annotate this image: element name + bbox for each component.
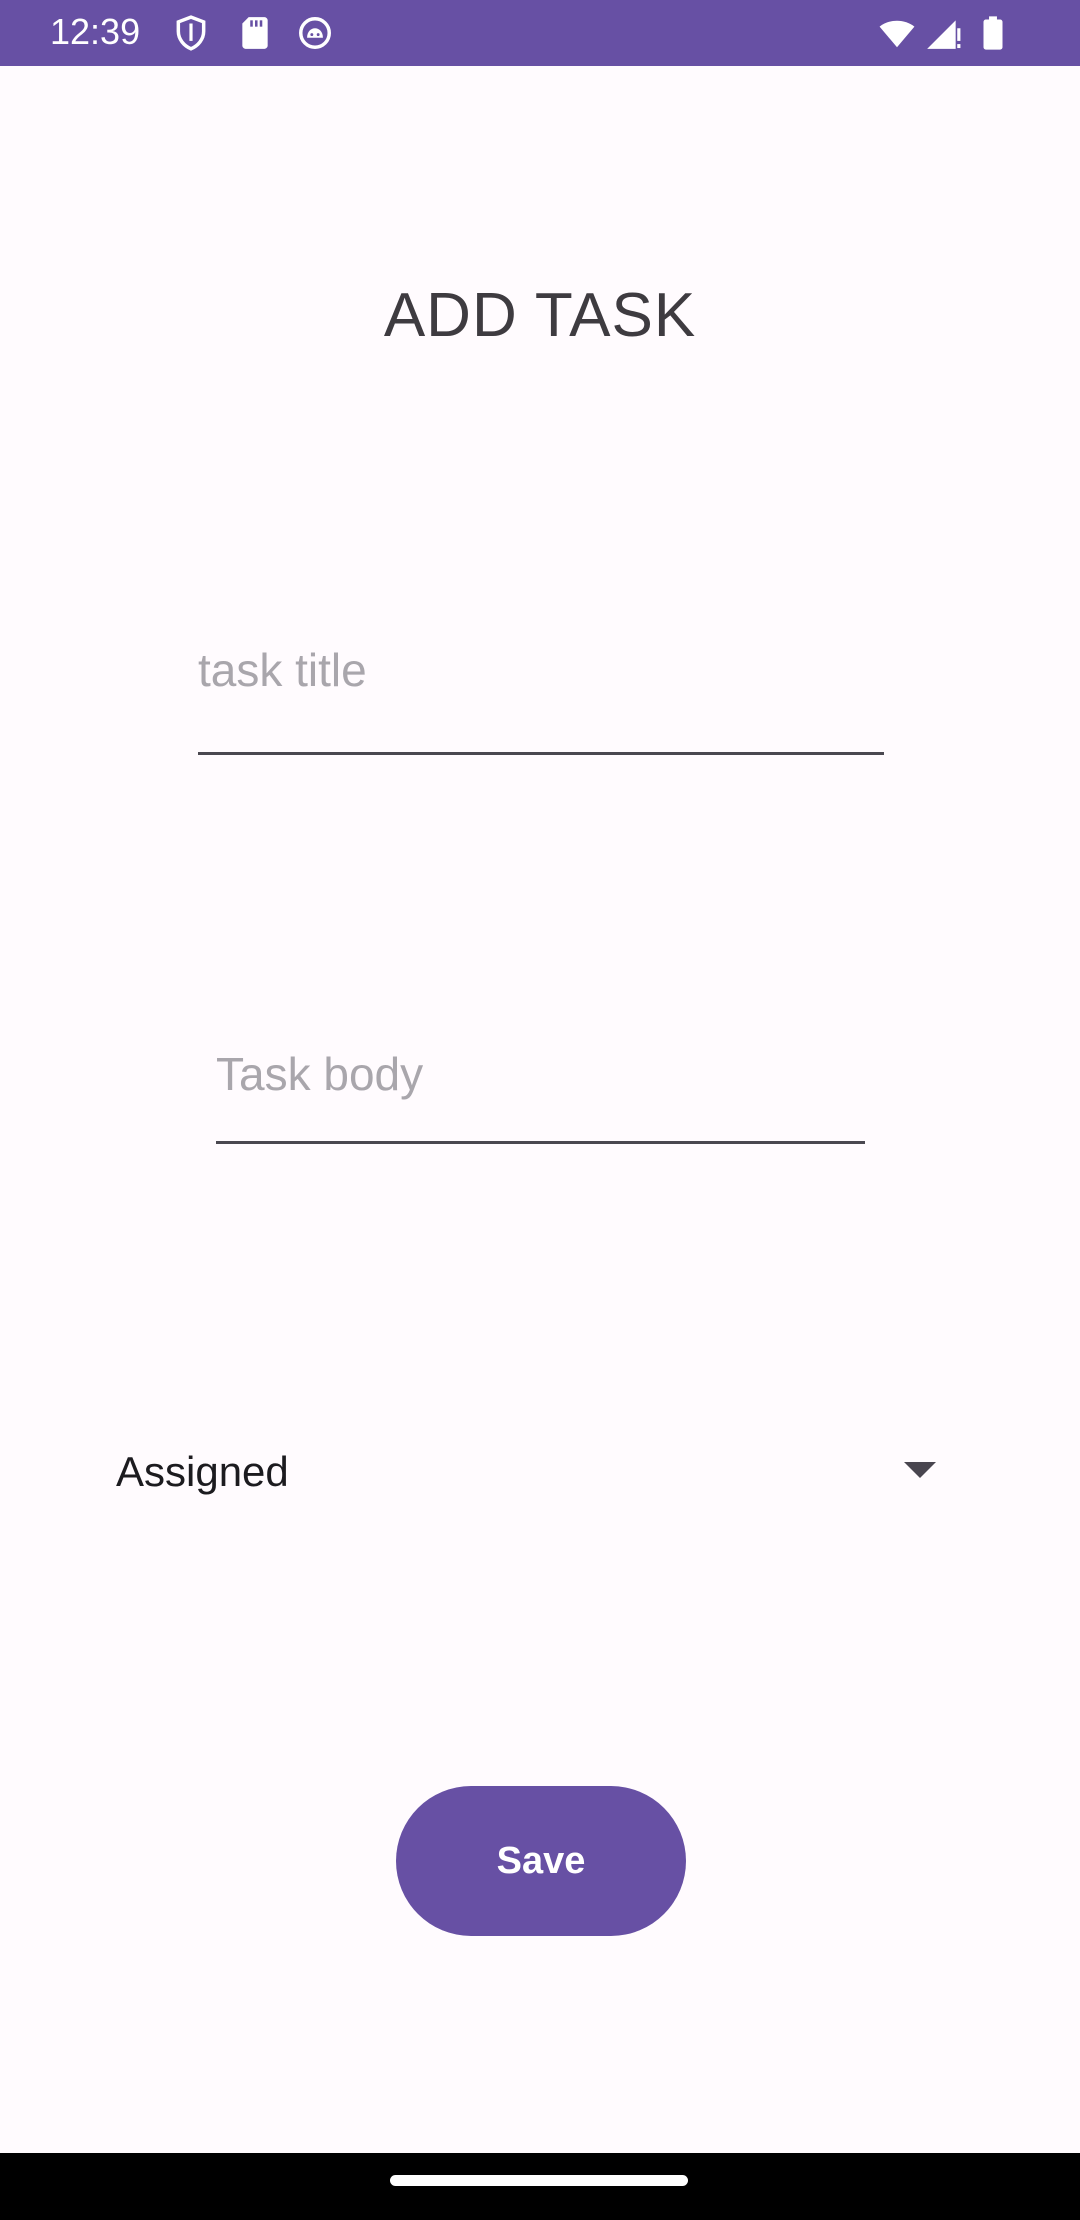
- task-title-underline: [198, 752, 884, 755]
- battery-icon: [974, 14, 1012, 52]
- spinner-selected-value: Assigned: [116, 1448, 289, 1495]
- sd-card-icon: [236, 14, 274, 52]
- task-body-input[interactable]: [216, 1034, 865, 1114]
- navigation-bar: [0, 2153, 1080, 2220]
- task-title-field[interactable]: [198, 630, 884, 755]
- shield-icon: [172, 14, 210, 52]
- task-body-underline: [216, 1141, 865, 1144]
- status-time: 12:39: [50, 11, 141, 52]
- android-debug-icon: [296, 14, 334, 52]
- signal-icon: [924, 14, 962, 52]
- page-title: ADD TASK: [383, 281, 697, 350]
- status-bar: 12:39: [0, 0, 1080, 66]
- task-body-field[interactable]: [216, 1034, 865, 1144]
- wifi-icon: [878, 14, 916, 52]
- task-state-spinner[interactable]: Assigned: [116, 1430, 950, 1514]
- dropdown-arrow-icon[interactable]: [904, 1460, 936, 1480]
- save-button[interactable]: Save: [396, 1786, 686, 1936]
- task-title-input[interactable]: [198, 630, 884, 710]
- home-gesture-handle[interactable]: [390, 2175, 688, 2186]
